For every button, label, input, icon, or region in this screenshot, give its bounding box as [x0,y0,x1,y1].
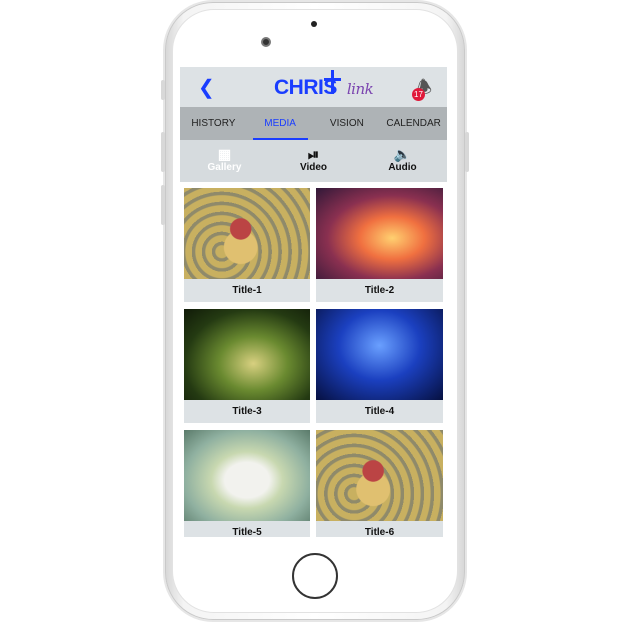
play-circle-icon: ⏯ [307,146,320,162]
notification-badge: 17 [412,88,425,101]
logo: CHRIS link [274,70,374,100]
app-header: ❮ CHRIS link 🕭 17 [180,67,447,107]
front-camera [261,37,271,47]
grid-icon: ▦ [217,146,232,162]
gallery-image [316,309,443,400]
gallery-item[interactable]: Title-5 [184,430,310,537]
gallery-image [316,430,443,521]
main-tabs: HISTORY MEDIA VISION CALENDAR [180,107,447,140]
speaker [311,21,317,27]
volume-up-button [161,132,165,172]
gallery-title: Title-5 [232,527,262,537]
gallery-image [184,430,310,521]
gallery-image [184,309,310,400]
gallery-title: Title-3 [232,406,262,417]
speaker-icon: 🔈 [393,146,412,162]
gallery-image [184,188,310,279]
gallery-title: Title-4 [364,406,395,417]
mute-switch [161,80,165,100]
tab-media[interactable]: MEDIA [247,107,314,140]
gallery-item[interactable]: Title-3 [184,309,310,423]
media-subtabs: ▦ Gallery ⏯ Video 🔈 Audio [180,140,447,182]
gallery-title: Title-2 [364,285,395,296]
tab-history[interactable]: HISTORY [180,107,247,140]
app-screen: ❮ CHRIS link 🕭 17 HISTORY MEDIA VISION CA… [180,67,447,537]
subtab-gallery[interactable]: ▦ Gallery [180,140,269,182]
power-button [465,132,469,172]
gallery-title: Title-1 [232,285,262,296]
logo-script: link [346,80,374,98]
volume-down-button [161,185,165,225]
tab-calendar[interactable]: CALENDAR [380,107,447,140]
chevron-left-icon[interactable]: ❮ [198,75,215,100]
gallery-item[interactable]: Title-1 [184,188,310,302]
subtab-audio[interactable]: 🔈 Audio [358,140,447,182]
home-button[interactable] [292,553,338,599]
gallery-item[interactable]: Title-4 [316,309,443,423]
tab-vision[interactable]: VISION [314,107,381,140]
subtab-video[interactable]: ⏯ Video [269,140,358,182]
gallery-item[interactable]: Title-6 [316,430,443,537]
gallery-item[interactable]: Title-2 [316,188,443,302]
cross-icon [331,70,334,94]
gallery-title: Title-6 [364,527,395,537]
gallery-image [316,188,443,279]
gallery-grid: Title-1 Title-2 Title-3 Title-4 Title-5 … [184,188,443,537]
